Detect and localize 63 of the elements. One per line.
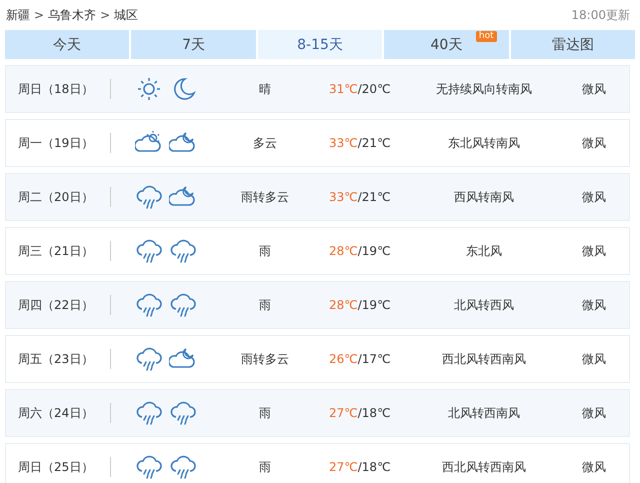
temperature-range: 31℃/20℃ bbox=[329, 82, 392, 96]
wind-level: 微风 bbox=[581, 404, 607, 422]
temperature-range: 28℃/19℃ bbox=[329, 298, 392, 312]
wind-direction: 西北风转西南风 bbox=[441, 350, 527, 368]
rain-cloud-icon bbox=[135, 453, 163, 481]
tab[interactable]: 雷达图 bbox=[510, 30, 636, 59]
wind-direction: 东北风 bbox=[465, 242, 503, 260]
breadcrumb-link[interactable]: 乌鲁木齐 bbox=[48, 6, 96, 24]
temperature-range: 28℃/19℃ bbox=[329, 244, 392, 258]
wind-level: 微风 bbox=[581, 458, 607, 476]
weather-label: 晴 bbox=[258, 80, 272, 98]
weather-label: 雨 bbox=[258, 242, 272, 260]
rain-cloud-icon bbox=[169, 291, 197, 319]
date-label: 周一（19日） bbox=[17, 134, 94, 152]
hot-badge: hot bbox=[476, 31, 497, 42]
rain-cloud-icon bbox=[135, 183, 163, 211]
date-label: 周二（20日） bbox=[17, 188, 94, 206]
date-label: 周四（22日） bbox=[17, 296, 94, 314]
tab[interactable]: 40天 hot bbox=[384, 30, 509, 59]
weather-label: 雨转多云 bbox=[240, 350, 290, 368]
tab[interactable]: 8-15天 bbox=[258, 30, 382, 59]
weather-label: 雨 bbox=[258, 404, 272, 422]
date-label: 周六（24日） bbox=[17, 404, 94, 422]
temperature-range: 26℃/17℃ bbox=[329, 352, 392, 366]
rain-cloud-icon bbox=[169, 399, 197, 427]
breadcrumb-separator: > bbox=[100, 8, 110, 22]
wind-level: 微风 bbox=[581, 350, 607, 368]
wind-direction: 东北风转南风 bbox=[447, 134, 521, 152]
weather-label: 雨 bbox=[258, 458, 272, 476]
weather-label: 雨 bbox=[258, 296, 272, 314]
wind-direction: 西风转南风 bbox=[453, 188, 515, 206]
date-label: 周三（21日） bbox=[17, 242, 94, 260]
wind-direction: 北风转西风 bbox=[453, 296, 515, 314]
temperature-range: 27℃/18℃ bbox=[329, 460, 392, 474]
wind-level: 微风 bbox=[581, 242, 607, 260]
rain-cloud-icon bbox=[135, 237, 163, 265]
date-label: 周日（25日） bbox=[17, 458, 94, 476]
tab[interactable]: 今天 bbox=[5, 30, 130, 59]
breadcrumb-separator: > bbox=[34, 8, 44, 22]
update-time: 18:00更新 bbox=[571, 6, 630, 24]
temperature-range: 33℃/21℃ bbox=[329, 190, 392, 204]
date-label: 周五（23日） bbox=[17, 350, 94, 368]
rain-cloud-icon bbox=[135, 399, 163, 427]
rain-cloud-icon bbox=[135, 291, 163, 319]
sun-icon bbox=[135, 75, 163, 103]
wind-level: 微风 bbox=[581, 134, 607, 152]
wind-level: 微风 bbox=[581, 296, 607, 314]
wind-direction: 无持续风向转南风 bbox=[435, 80, 533, 98]
weather-label: 多云 bbox=[252, 134, 278, 152]
wind-level: 微风 bbox=[581, 188, 607, 206]
breadcrumb-link[interactable]: 城区 bbox=[114, 6, 138, 24]
rain-cloud-icon bbox=[135, 345, 163, 373]
breadcrumb-link[interactable]: 新疆 bbox=[6, 6, 30, 24]
wind-direction: 西北风转西南风 bbox=[441, 458, 527, 476]
temperature-range: 33℃/21℃ bbox=[329, 136, 392, 150]
date-label: 周日（18日） bbox=[17, 80, 94, 98]
rain-cloud-icon bbox=[169, 237, 197, 265]
wind-level: 微风 bbox=[581, 80, 607, 98]
weather-label: 雨转多云 bbox=[240, 188, 290, 206]
temperature-range: 27℃/18℃ bbox=[329, 406, 392, 420]
rain-cloud-icon bbox=[169, 453, 197, 481]
wind-direction: 北风转西南风 bbox=[447, 404, 521, 422]
tab[interactable]: 7天 bbox=[131, 30, 256, 59]
